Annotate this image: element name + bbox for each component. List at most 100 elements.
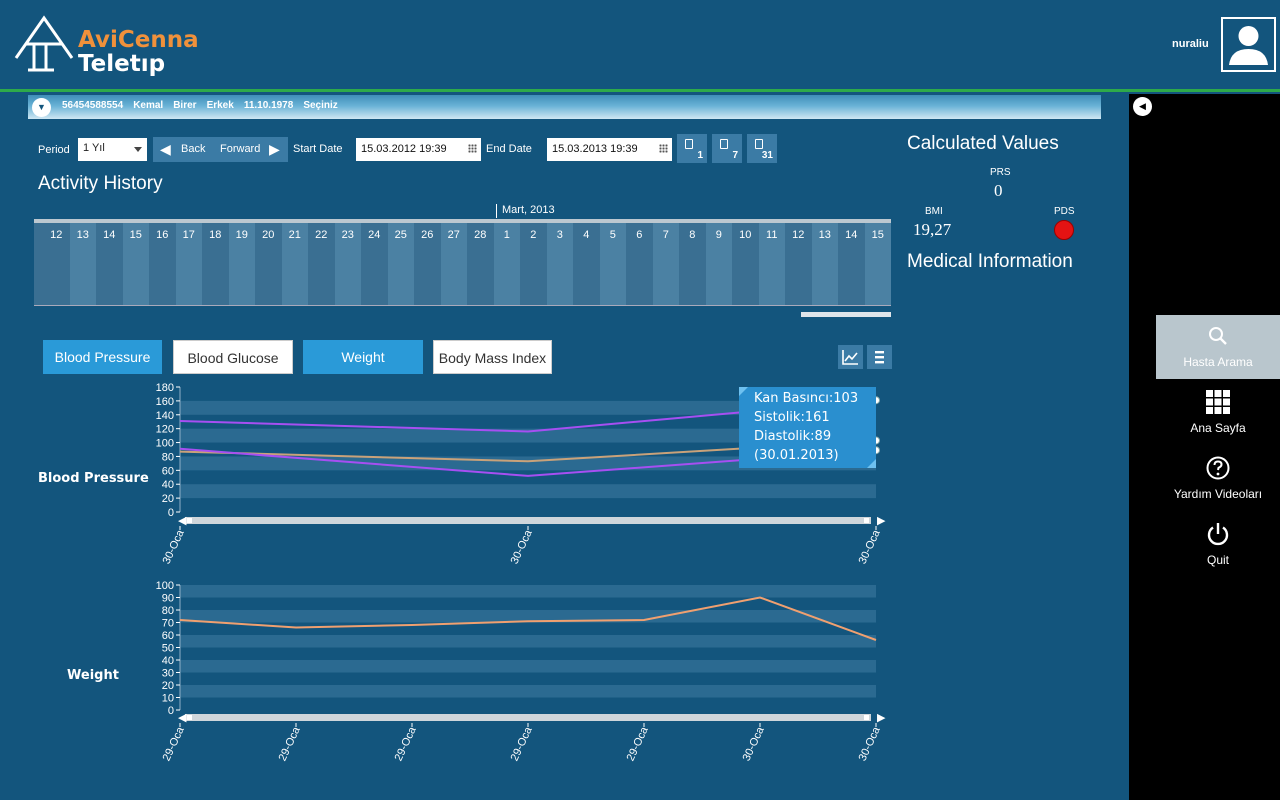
timeline-day[interactable]: 28 xyxy=(467,223,494,306)
y-tick-label: 0 xyxy=(168,507,174,519)
username[interactable]: nuraliu xyxy=(1172,38,1209,50)
timeline-day[interactable]: 14 xyxy=(96,223,123,306)
calendar-page-icon xyxy=(685,139,693,149)
timeline-day[interactable]: 27 xyxy=(440,223,467,306)
scroll-right-arrow-icon[interactable]: ▶ xyxy=(877,712,886,724)
timeline-day[interactable]: 8 xyxy=(679,223,706,306)
range-31-day-button[interactable]: 31 xyxy=(747,134,777,163)
scroll-right-arrow-icon[interactable]: ▶ xyxy=(877,515,886,527)
timeline-day[interactable]: 13 xyxy=(69,223,96,306)
list-view-button[interactable] xyxy=(867,345,892,369)
scroll-handle-left[interactable] xyxy=(187,715,192,720)
timeline-day[interactable]: 16 xyxy=(149,223,176,306)
grid-band xyxy=(180,585,876,598)
logo-text-bottom: Teletıp xyxy=(78,51,166,77)
avatar[interactable] xyxy=(1221,17,1276,72)
timeline-day[interactable]: 15 xyxy=(122,223,149,306)
scroll-left-arrow-icon[interactable]: ◀ xyxy=(178,515,187,527)
range-1-label: 1 xyxy=(697,150,703,161)
logo-text-top: AviCenna xyxy=(78,27,199,53)
timeline-day[interactable]: 21 xyxy=(281,223,308,306)
x-tick-label: 30-Oca xyxy=(741,724,767,763)
timeline-day[interactable]: 4 xyxy=(573,223,600,306)
grid-band xyxy=(180,635,876,648)
scroll-left-arrow-icon[interactable]: ◀ xyxy=(178,712,187,724)
x-tick-label: 30-Oca xyxy=(857,724,883,763)
grid-band xyxy=(180,685,876,698)
sidebar-item-quit[interactable]: Quit xyxy=(1156,513,1280,577)
back-arrow-icon[interactable]: ◀ xyxy=(160,137,171,162)
timeline-day[interactable]: 24 xyxy=(361,223,388,306)
timeline-day[interactable]: 10 xyxy=(732,223,759,306)
y-tick-label: 20 xyxy=(162,680,174,692)
pds-status-indicator xyxy=(1054,220,1074,240)
grid-icon xyxy=(1206,390,1230,414)
chart-scrollbar[interactable] xyxy=(185,517,871,524)
forward-arrow-icon[interactable]: ▶ xyxy=(269,137,280,162)
timeline-day[interactable]: 1 xyxy=(493,223,520,306)
tab-blood-glucose[interactable]: Blood Glucose xyxy=(173,340,293,374)
timeline-day[interactable]: 6 xyxy=(626,223,653,306)
timeline-day[interactable]: 7 xyxy=(652,223,679,306)
calendar-icon[interactable] xyxy=(468,144,477,153)
patient-select-link[interactable]: Seçiniz xyxy=(303,100,337,111)
timeline-scrollbar[interactable] xyxy=(801,312,891,317)
forward-button[interactable]: Forward xyxy=(220,137,260,162)
timeline-day[interactable]: 20 xyxy=(255,223,282,306)
y-tick-label: 40 xyxy=(162,655,174,667)
timeline-day[interactable]: 17 xyxy=(175,223,202,306)
timeline-day[interactable]: 5 xyxy=(599,223,626,306)
scroll-handle-right[interactable] xyxy=(864,715,869,720)
period-select[interactable]: 1 Yıl xyxy=(78,138,147,161)
timeline-day[interactable]: 19 xyxy=(228,223,255,306)
tab-weight[interactable]: Weight xyxy=(303,340,423,374)
scroll-handle-left[interactable] xyxy=(187,518,192,523)
chart-view-button[interactable] xyxy=(838,345,863,369)
logo-mark-icon xyxy=(14,15,74,72)
start-date-value: 15.03.2012 19:39 xyxy=(361,143,447,155)
sidebar-item-hasta-arama[interactable]: Hasta Arama xyxy=(1156,315,1280,379)
x-tick-label: 30-Oca xyxy=(509,527,535,566)
scroll-handle-right[interactable] xyxy=(864,518,869,523)
timeline-day[interactable]: 9 xyxy=(705,223,732,306)
tooltip-corner xyxy=(867,459,876,468)
timeline-day[interactable]: 22 xyxy=(308,223,335,306)
sidebar-item-label: Hasta Arama xyxy=(1183,355,1253,369)
back-button[interactable]: Back xyxy=(181,137,205,162)
range-7-day-button[interactable]: 7 xyxy=(712,134,742,163)
timeline-day[interactable]: 11 xyxy=(758,223,785,306)
app-header: AviCenna Teletıp nuraliu xyxy=(0,0,1280,90)
patient-expand-icon[interactable]: ▼ xyxy=(32,98,51,117)
timeline-day[interactable]: 25 xyxy=(387,223,414,306)
timeline-day[interactable]: 3 xyxy=(546,223,573,306)
timeline-day[interactable]: 12 xyxy=(785,223,812,306)
end-date-value: 15.03.2013 19:39 xyxy=(552,143,638,155)
tab-body-mass-index[interactable]: Body Mass Index xyxy=(433,340,552,374)
patient-first-name: Kemal xyxy=(133,100,164,111)
end-date-input[interactable]: 15.03.2013 19:39 xyxy=(547,138,672,161)
calendar-icon[interactable] xyxy=(659,144,668,153)
grid-band xyxy=(180,484,876,499)
sidebar-item-label: Yardım Videoları xyxy=(1173,487,1263,501)
timeline-day[interactable]: 18 xyxy=(202,223,229,306)
sidebar-item-ana-sayfa[interactable]: Ana Sayfa xyxy=(1156,381,1280,445)
tab-blood-pressure[interactable]: Blood Pressure xyxy=(43,340,162,374)
timeline-day[interactable]: 13 xyxy=(811,223,838,306)
timeline-day[interactable]: 26 xyxy=(414,223,441,306)
sidebar-item-yardim-videolari[interactable]: Yardım Videoları xyxy=(1156,447,1280,511)
tooltip-corner xyxy=(739,387,748,396)
y-tick-label: 60 xyxy=(162,630,174,642)
chart-scrollbar[interactable] xyxy=(185,714,871,721)
sidebar-collapse-icon[interactable]: ◀ xyxy=(1133,97,1152,116)
start-date-input[interactable]: 15.03.2012 19:39 xyxy=(356,138,481,161)
timeline-day[interactable]: 2 xyxy=(520,223,547,306)
timeline-day[interactable]: 12 xyxy=(43,223,70,306)
y-tick-label: 60 xyxy=(162,465,174,477)
activity-timeline[interactable]: Mart, 2013 12 13 14 15 16 17 18 19 20 21 22 23 24 25 2… xyxy=(34,200,891,318)
activity-history-title: Activity History xyxy=(38,173,163,194)
timeline-day[interactable]: 15 xyxy=(864,223,891,306)
line-chart-icon xyxy=(842,350,858,365)
timeline-day[interactable]: 23 xyxy=(334,223,361,306)
timeline-day[interactable]: 14 xyxy=(838,223,865,306)
range-1-day-button[interactable]: 1 xyxy=(677,134,707,163)
